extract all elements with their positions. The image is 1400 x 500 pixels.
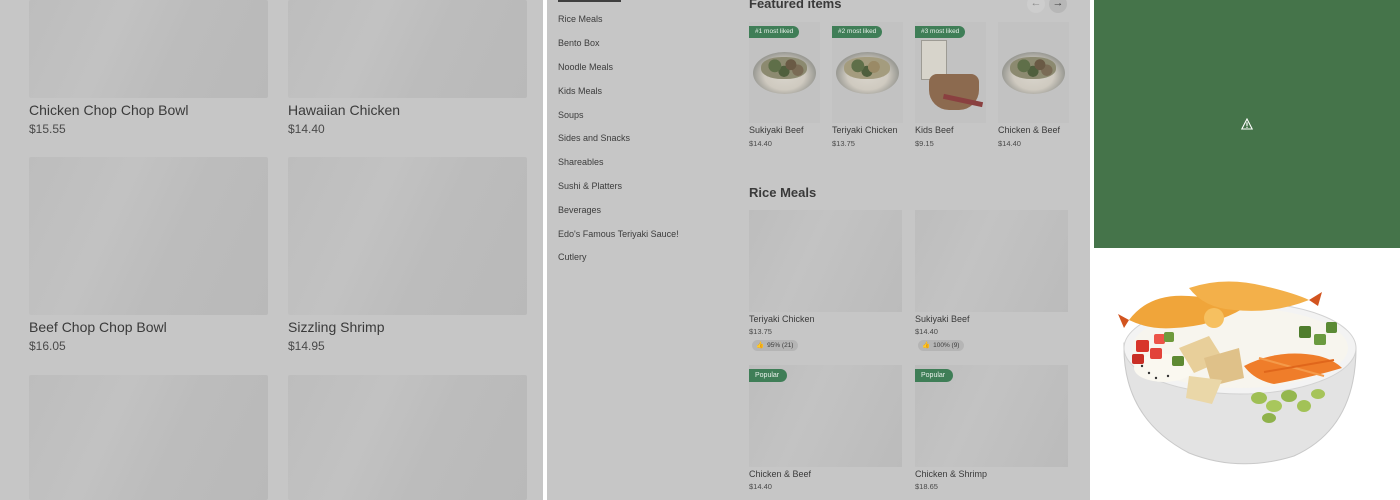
item-image — [288, 375, 527, 500]
banner-panel — [1094, 0, 1400, 248]
nav-item-beverages[interactable]: Beverages — [558, 205, 601, 215]
food-illustration — [761, 57, 807, 79]
arrow-right-icon: → — [1052, 0, 1064, 9]
grid-card[interactable] — [288, 0, 527, 98]
food-photo-panel — [1094, 248, 1400, 500]
item-price: $14.40 — [749, 482, 772, 491]
nav-item-kids-meals[interactable]: Kids Meals — [558, 86, 602, 96]
warning-icon — [1241, 118, 1253, 130]
grid-card[interactable] — [29, 375, 268, 500]
item-price: $9.15 — [915, 139, 934, 148]
item-price: $13.75 — [832, 139, 855, 148]
thumbs-up-icon: 👍 — [756, 342, 765, 349]
item-image — [29, 0, 268, 98]
item-name: Sukiyaki Beef — [915, 314, 970, 324]
popular-badge: Popular — [915, 369, 954, 382]
item-price: $14.40 — [288, 122, 325, 136]
carousel-prev-button[interactable]: ← — [1027, 0, 1045, 13]
item-image — [288, 157, 527, 315]
screenshot-root: Chicken Chop Chop Bowl $15.55 Hawaiian C… — [0, 0, 1400, 500]
nav-item-shareables[interactable]: Shareables — [558, 157, 604, 167]
nav-item-bento-box[interactable]: Bento Box — [558, 38, 600, 48]
grid-card[interactable] — [288, 157, 527, 315]
featured-title: Featured items — [749, 0, 842, 11]
item-image — [749, 210, 902, 312]
item-price: $14.95 — [288, 339, 325, 353]
food-illustration — [1010, 57, 1056, 79]
arrow-left-icon: ← — [1030, 0, 1042, 9]
item-name: Chicken & Shrimp — [915, 469, 988, 479]
item-price: $15.55 — [29, 122, 66, 136]
grid-card[interactable] — [29, 0, 268, 98]
poke-bowl-image — [1118, 281, 1357, 465]
menu-grid-panel: Chicken Chop Chop Bowl $15.55 Hawaiian C… — [0, 0, 543, 500]
nav-active-indicator — [558, 0, 621, 2]
carousel-next-button[interactable]: → — [1049, 0, 1067, 13]
grid-card[interactable] — [29, 157, 268, 315]
item-image — [915, 210, 1068, 312]
item-image — [29, 157, 268, 315]
item-name: Sukiyaki Beef — [749, 125, 804, 135]
item-name: Chicken & Beef — [749, 469, 812, 479]
item-image — [288, 0, 527, 98]
item-price: $13.75 — [749, 327, 772, 336]
most-liked-badge: #1 most liked — [749, 26, 800, 38]
nav-item-noodle-meals[interactable]: Noodle Meals — [558, 62, 613, 72]
nav-item-teriyaki-sauce[interactable]: Edo's Famous Teriyaki Sauce! — [558, 229, 679, 239]
nav-item-soups[interactable]: Soups — [558, 110, 584, 120]
item-price: $14.40 — [749, 139, 772, 148]
item-name: Beef Chop Chop Bowl — [29, 319, 167, 335]
rating-value: 95% (21) — [767, 342, 794, 349]
nav-item-cutlery[interactable]: Cutlery — [558, 252, 587, 262]
most-liked-badge: #2 most liked — [832, 26, 883, 38]
nav-item-rice-meals[interactable]: Rice Meals — [558, 14, 603, 24]
item-price: $18.65 — [915, 482, 938, 491]
item-name: Hawaiian Chicken — [288, 102, 401, 118]
popular-badge: Popular — [749, 369, 788, 382]
item-price: $14.40 — [998, 139, 1021, 148]
nav-item-sushi-platters[interactable]: Sushi & Platters — [558, 181, 622, 191]
item-image — [998, 22, 1069, 123]
rating-value: 100% (9) — [933, 342, 960, 349]
grid-card[interactable] — [288, 375, 527, 500]
rating-badge: 👍 95% (21) — [752, 340, 799, 351]
nav-item-sides-and-snacks[interactable]: Sides and Snacks — [558, 133, 630, 143]
item-price: $14.40 — [915, 327, 938, 336]
food-illustration — [844, 57, 890, 79]
item-price: $16.05 — [29, 339, 66, 353]
item-name: Teriyaki Chicken — [749, 314, 815, 324]
rating-badge: 👍 100% (9) — [918, 340, 965, 351]
item-image — [29, 375, 268, 500]
store-menu-panel: Rice Meals Bento Box Noodle Meals Kids M… — [547, 0, 1090, 500]
item-name: Sizzling Shrimp — [288, 319, 385, 335]
most-liked-badge: #3 most liked — [915, 26, 966, 38]
rice-meals-title: Rice Meals — [749, 185, 817, 200]
item-name: Kids Beef — [915, 125, 954, 135]
thumbs-up-icon: 👍 — [922, 342, 931, 349]
item-name: Chicken Chop Chop Bowl — [29, 102, 189, 118]
item-name: Teriyaki Chicken — [832, 125, 898, 135]
item-name: Chicken & Beef — [998, 125, 1061, 135]
